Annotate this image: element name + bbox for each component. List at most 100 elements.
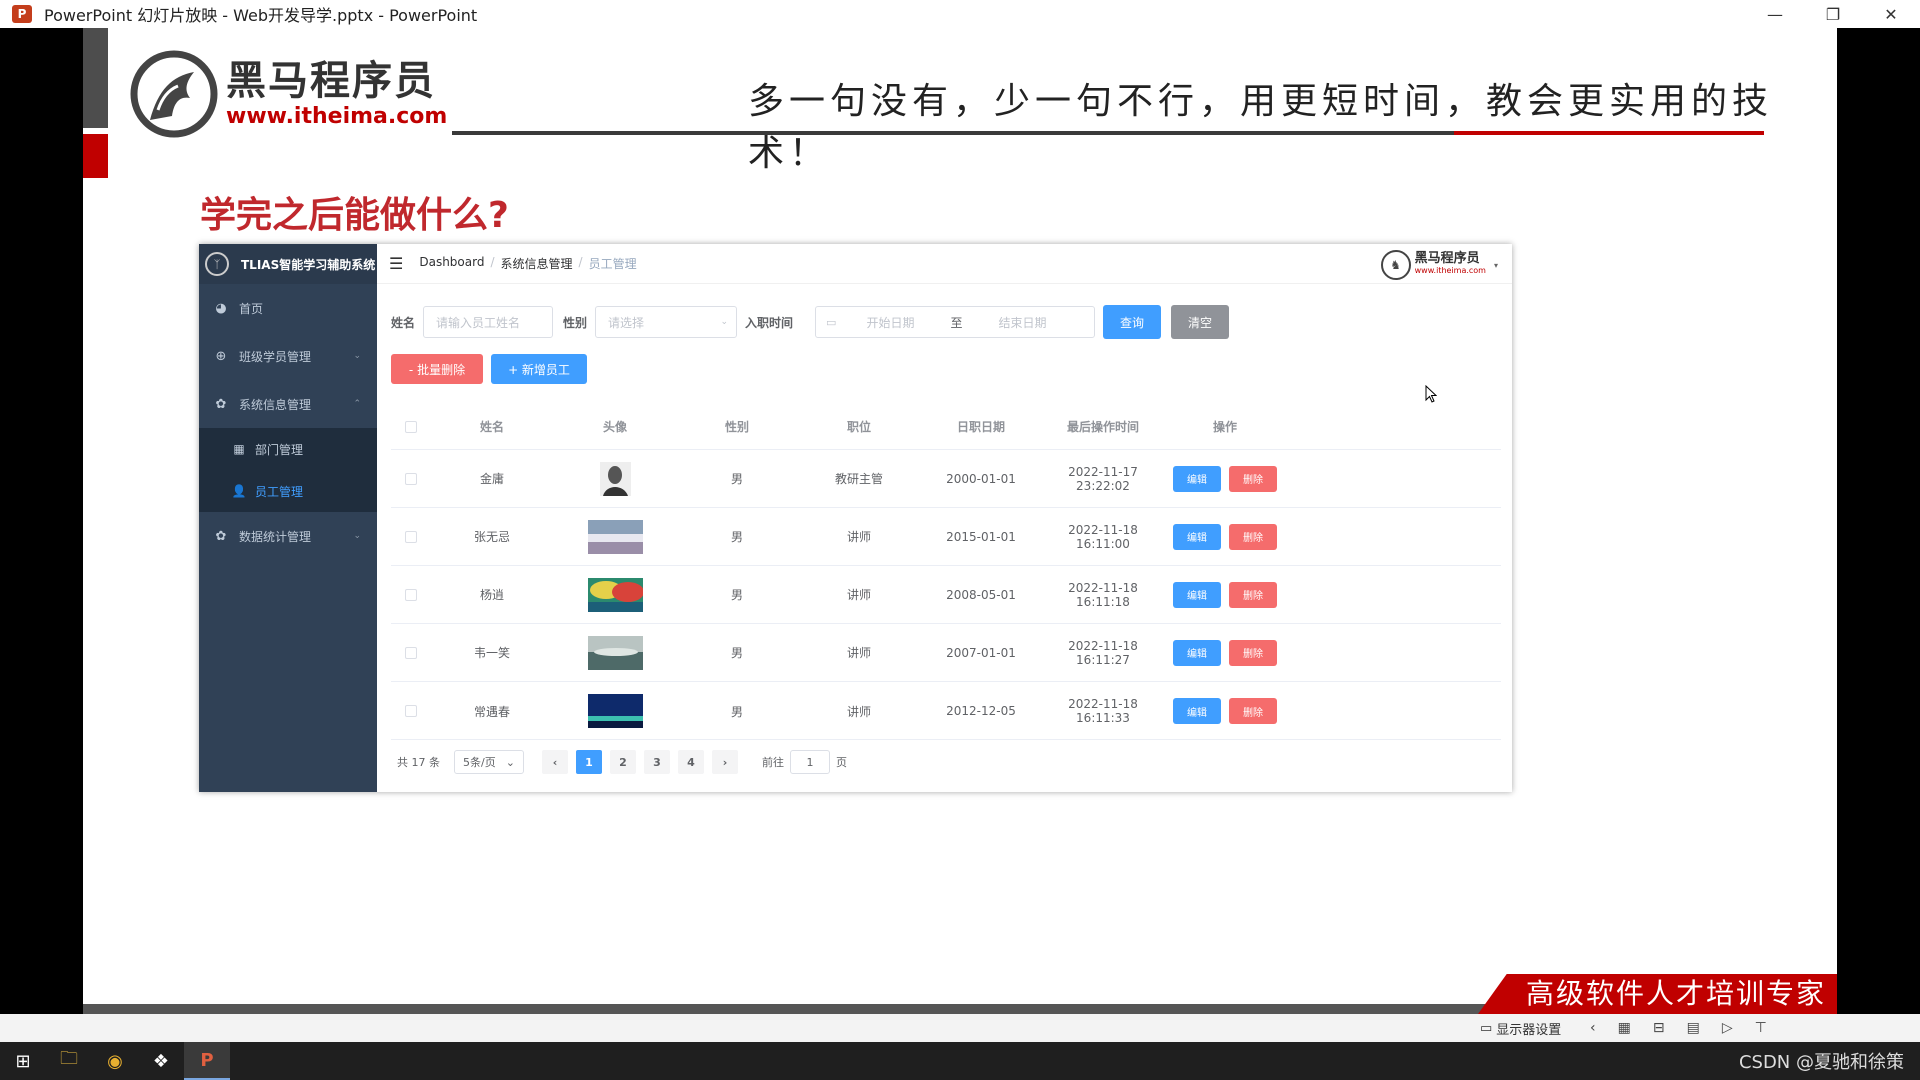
row-checkbox[interactable] <box>405 646 417 659</box>
slide-heading: 学完之后能做什么? <box>200 195 509 236</box>
main-content: ☰ Dashboard / 系统信息管理 / 员工管理 ♞ 黑马程序员 www.… <box>377 244 1512 792</box>
column-header-entry-date: 日职日期 <box>956 420 1005 434</box>
edit-button[interactable]: 编辑 <box>1173 581 1221 608</box>
date-range-separator: 至 <box>950 315 963 330</box>
sidebar-item-label: 班级学员管理 <box>239 349 312 364</box>
query-button[interactable]: 查询 <box>1103 305 1162 339</box>
edit-button[interactable]: 编辑 <box>1173 698 1221 724</box>
app-icon[interactable]: ❖ <box>138 1042 184 1080</box>
display-settings-label: 显示器设置 <box>1496 1022 1562 1038</box>
delete-button[interactable]: 删除 <box>1229 581 1277 608</box>
sidebar-item-class-student[interactable]: ⊕ 班级学员管理 ⌄ <box>199 332 377 380</box>
cell-update-time: 2022-11-18 16:11:18 <box>1068 580 1138 609</box>
normal-view-icon[interactable]: ⊟ <box>1653 1020 1665 1036</box>
cell-job: 讲师 <box>846 530 871 544</box>
delete-button[interactable]: 删除 <box>1229 523 1277 550</box>
window-titlebar: P PowerPoint 幻灯片放映 - Web开发导学.pptx - Powe… <box>0 0 1920 28</box>
top-logo-url: www.itheima.com <box>1414 266 1486 275</box>
windows-start-icon[interactable]: ⊞ <box>0 1042 46 1080</box>
cell-gender: 男 <box>730 472 743 486</box>
clear-button[interactable]: 清空 <box>1171 305 1230 339</box>
row-checkbox[interactable] <box>405 530 417 543</box>
restore-button[interactable]: ❐ <box>1804 0 1862 28</box>
row-checkbox[interactable] <box>405 588 417 601</box>
sidebar-item-label: 首页 <box>239 301 264 316</box>
dashboard-icon: ◕ <box>215 300 227 316</box>
pagination: 共 17 条 5条/页 ⌄ ‹ 1 2 3 4 › 前往 1 页 <box>397 750 847 774</box>
prev-page-button[interactable]: ‹ <box>542 750 568 774</box>
sidebar-item-emp[interactable]: 👤 员工管理 <box>199 470 377 512</box>
cell-entry-date: 2007-01-01 <box>946 645 1016 660</box>
powerpoint-taskbar-icon[interactable]: P <box>184 1042 230 1080</box>
cell-entry-date: 2012-12-05 <box>946 704 1016 718</box>
breadcrumb-system[interactable]: 系统信息管理 <box>501 255 573 272</box>
next-page-button[interactable]: › <box>712 750 738 774</box>
submenu-system-info: ▦ 部门管理 👤 员工管理 <box>199 428 377 512</box>
window-title: PowerPoint 幻灯片放映 - Web开发导学.pptx - PowerP… <box>44 6 478 25</box>
user-menu[interactable]: ♞ 黑马程序员 www.itheima.com ▾ <box>1380 250 1498 280</box>
delete-button[interactable]: 删除 <box>1229 698 1277 724</box>
horse-logo-icon <box>130 50 218 138</box>
row-checkbox[interactable] <box>405 705 417 717</box>
delete-button[interactable]: 删除 <box>1229 639 1277 666</box>
table-row: 金庸 男 教研主管 2000-01-01 2022-11-17 23:22:02… <box>391 450 1501 508</box>
sidebar: ᛉ TLIAS智能学习辅助系统 ◕ 首页 ⊕ 班级学员管理 ⌄ ✿ 系统信息管理… <box>199 244 377 792</box>
column-header-update-time: 最后操作时间 <box>1066 420 1139 434</box>
breadcrumb-dashboard[interactable]: Dashboard <box>419 255 484 272</box>
cell-entry-date: 2000-01-01 <box>946 471 1016 486</box>
cell-job: 讲师 <box>846 588 871 602</box>
slide-sorter-icon[interactable]: ▦ <box>1618 1020 1631 1036</box>
logo-cn-text: 黑马程序员 <box>226 58 436 104</box>
previous-slide-icon[interactable]: ‹ <box>1590 1020 1596 1036</box>
chevron-down-icon: ⌄ <box>353 351 361 361</box>
file-explorer-icon[interactable]: 🗀 <box>46 1042 92 1080</box>
gender-select[interactable]: 请选择 ⌄ <box>595 306 738 338</box>
sidebar-item-home[interactable]: ◕ 首页 <box>199 284 377 332</box>
name-input[interactable]: 请输入员工姓名 <box>423 306 554 338</box>
cell-entry-date: 2008-05-01 <box>946 587 1016 602</box>
goto-page-input[interactable]: 1 <box>790 750 830 774</box>
add-employee-button[interactable]: + 新增员工 <box>491 354 587 384</box>
page-button-4[interactable]: 4 <box>678 750 704 774</box>
breadcrumb-separator: / <box>490 255 495 269</box>
sidebar-item-system-info[interactable]: ✿ 系统信息管理 ⌃ <box>199 380 377 428</box>
avatar <box>587 519 643 554</box>
sidebar-item-statistics[interactable]: ✿ 数据统计管理 ⌄ <box>199 512 377 560</box>
row-checkbox[interactable] <box>405 472 417 485</box>
csdn-watermark: CSDN @夏驰和徐策 <box>1738 1052 1904 1073</box>
reading-view-icon[interactable]: ▤ <box>1687 1020 1700 1036</box>
select-all-checkbox[interactable] <box>405 420 417 433</box>
batch-delete-button[interactable]: - 批量删除 <box>391 354 483 384</box>
edit-button[interactable]: 编辑 <box>1173 465 1221 492</box>
sidebar-item-dept[interactable]: ▦ 部门管理 <box>199 428 377 470</box>
goto-suffix: 页 <box>836 756 847 769</box>
page-button-3[interactable]: 3 <box>644 750 670 774</box>
date-end-input[interactable]: 结束日期 <box>998 314 1046 331</box>
itheima-logo: 黑马程序员 www.itheima.com <box>128 50 447 138</box>
date-start-input[interactable]: 开始日期 <box>866 314 914 331</box>
brand-logo-icon: ᛉ <box>205 252 229 276</box>
edit-button[interactable]: 编辑 <box>1173 639 1221 666</box>
page-button-2[interactable]: 2 <box>610 750 636 774</box>
presenter-icon[interactable]: ⊤ <box>1755 1020 1767 1036</box>
page-button-1[interactable]: 1 <box>576 750 602 774</box>
slide-side-bar-grey <box>83 28 108 128</box>
close-button[interactable]: ✕ <box>1862 0 1920 28</box>
chrome-icon[interactable]: ◉ <box>92 1042 138 1080</box>
avatar <box>587 461 643 496</box>
top-bar: ☰ Dashboard / 系统信息管理 / 员工管理 ♞ 黑马程序员 www.… <box>377 244 1512 284</box>
delete-button[interactable]: 删除 <box>1229 465 1277 492</box>
slide: 黑马程序员 www.itheima.com 多一句没有，少一句不行，用更短时间，… <box>83 28 1837 1014</box>
date-range-picker[interactable]: ▭ 开始日期 至 结束日期 <box>815 306 1096 338</box>
edit-button[interactable]: 编辑 <box>1173 523 1221 550</box>
cell-update-time: 2022-11-18 16:11:00 <box>1068 522 1138 551</box>
sidebar-item-label: 系统信息管理 <box>239 397 312 412</box>
display-settings-button[interactable]: ▭ 显示器设置 <box>1480 1019 1561 1038</box>
minimize-button[interactable]: — <box>1746 0 1804 28</box>
hamburger-icon[interactable]: ☰ <box>389 254 403 273</box>
slideshow-icon[interactable]: ▷ <box>1722 1020 1733 1036</box>
gender-select-placeholder: 请选择 <box>608 315 645 330</box>
table-row: 常遇春 男 讲师 2012-12-05 2022-11-18 16:11:33 … <box>391 682 1501 740</box>
page-size-select[interactable]: 5条/页 ⌄ <box>454 750 524 774</box>
cell-update-time: 2022-11-17 23:22:02 <box>1068 464 1138 493</box>
